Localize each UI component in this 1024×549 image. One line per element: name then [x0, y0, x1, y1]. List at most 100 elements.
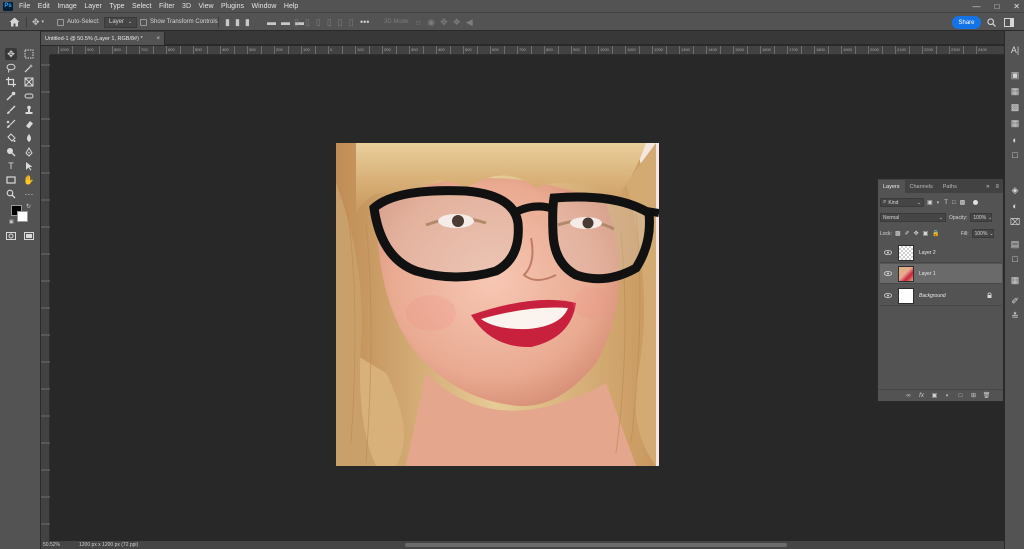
opacity-field[interactable]: 100% ⌄ — [970, 213, 993, 222]
visibility-eye-icon[interactable] — [882, 271, 894, 276]
menu-view[interactable]: View — [199, 3, 214, 10]
eyedropper-tool-icon[interactable] — [5, 90, 17, 102]
tab-channels[interactable]: Channels — [905, 180, 938, 193]
screen-mode-icon[interactable] — [23, 230, 35, 242]
layer-name[interactable]: Layer 1 — [919, 271, 936, 277]
document-canvas-photo[interactable] — [336, 143, 659, 466]
properties-panel-icon[interactable]: ▦ — [1009, 274, 1021, 286]
move-tool-icon[interactable]: ✥ — [5, 48, 17, 60]
path-selection-icon[interactable] — [23, 160, 35, 172]
history-panel-icon[interactable]: ▤ — [1009, 238, 1021, 250]
auto-select-checkbox[interactable]: Auto-Select: — [57, 15, 100, 29]
brush-settings-icon[interactable]: ✐ — [1009, 295, 1021, 307]
search-icon[interactable] — [987, 15, 996, 29]
delete-layer-icon[interactable]: 🗑 — [982, 391, 991, 400]
more-options-icon[interactable]: ••• — [360, 15, 369, 29]
visibility-eye-icon[interactable] — [882, 293, 894, 298]
more-tools-icon[interactable]: ··· — [23, 188, 35, 200]
share-button[interactable]: Share — [952, 16, 981, 29]
marquee-tool-icon[interactable] — [23, 48, 35, 60]
horizontal-scrollbar[interactable] — [405, 543, 787, 547]
visibility-eye-icon[interactable] — [882, 250, 894, 255]
swatches-panel-icon[interactable]: ▦ — [1009, 85, 1021, 97]
menu-type[interactable]: Type — [109, 3, 124, 10]
close-icon[interactable]: ✕ — [1013, 2, 1020, 11]
pen-tool-icon[interactable] — [23, 146, 35, 158]
layer-name[interactable]: Background — [919, 293, 946, 299]
libraries-panel-icon[interactable]: □ — [1009, 149, 1021, 161]
clone-stamp-icon[interactable] — [23, 104, 35, 116]
minimize-icon[interactable]: — — [972, 2, 980, 11]
maximize-icon[interactable]: □ — [994, 2, 999, 11]
blur-tool-icon[interactable] — [23, 132, 35, 144]
document-tab[interactable]: Untitled-1 @ 50.5% (Layer 1, RGB/8#) * × — [41, 32, 165, 45]
lock-buttons[interactable]: ▩✐✥▣🔒 — [895, 230, 944, 237]
frame-tool-icon[interactable] — [23, 76, 35, 88]
menu-image[interactable]: Image — [57, 3, 76, 10]
patterns-panel-icon[interactable]: ▩ — [1009, 101, 1021, 113]
swap-colors-icon[interactable]: ↻ — [26, 203, 31, 210]
brush-tool-icon[interactable] — [5, 104, 17, 116]
history-brush-icon[interactable] — [5, 118, 17, 130]
tool-presets-icon[interactable]: ≛ — [1009, 310, 1021, 322]
layers-panel-icon[interactable]: ◈ — [1009, 184, 1021, 196]
background-color-swatch[interactable] — [17, 211, 28, 222]
rectangle-tool-icon[interactable] — [5, 174, 17, 186]
eraser-tool-icon[interactable] — [23, 118, 35, 130]
distribute-buttons[interactable]: ▯▯▯▯▯▯ — [294, 15, 360, 29]
quick-mask-icon[interactable] — [5, 230, 17, 242]
new-group-icon[interactable]: □ — [956, 391, 965, 400]
layer-name[interactable]: Layer 2 — [919, 250, 936, 256]
home-icon[interactable] — [9, 15, 20, 29]
default-colors-icon[interactable]: ▣ — [9, 219, 14, 225]
workspace-icon[interactable] — [1004, 15, 1014, 29]
lasso-tool-icon[interactable] — [5, 62, 17, 74]
hand-tool-icon[interactable]: ✋ — [23, 174, 35, 186]
zoom-level[interactable]: 50.52% — [43, 542, 60, 548]
adjustment-layer-icon[interactable]: ◐ — [943, 391, 952, 400]
menu-file[interactable]: File — [19, 3, 30, 10]
menu-edit[interactable]: Edit — [38, 3, 50, 10]
menu-filter[interactable]: Filter — [159, 3, 175, 10]
layer-row-layer-1[interactable]: Layer 1 — [880, 264, 1002, 284]
menu-help[interactable]: Help — [284, 3, 298, 10]
character-panel-icon[interactable]: A| — [1009, 44, 1021, 56]
type-tool-icon[interactable]: T — [5, 160, 17, 172]
comments-panel-icon[interactable]: □ — [1009, 253, 1021, 265]
grid-panel-icon[interactable]: ▦ — [1009, 117, 1021, 129]
layer-style-icon[interactable]: fx — [917, 391, 926, 400]
menu-3d[interactable]: 3D — [182, 3, 191, 10]
tab-layers[interactable]: Layers — [878, 180, 905, 193]
tab-paths[interactable]: Paths — [938, 180, 962, 193]
paths-panel-icon[interactable]: ⌧ — [1009, 216, 1021, 228]
panel-menu-icon[interactable]: ≡ — [995, 184, 999, 190]
fill-field[interactable]: 100% ⌄ — [971, 229, 994, 238]
layer-row-layer-2[interactable]: Layer 2 — [880, 243, 1002, 263]
menu-window[interactable]: Window — [252, 3, 277, 10]
crop-tool-icon[interactable] — [5, 76, 17, 88]
image-panel-icon[interactable]: ▣ — [1009, 69, 1021, 81]
adjustments-panel-icon[interactable]: ◐ — [1009, 134, 1021, 146]
move-tool-preset-icon[interactable]: ✥ ▾ — [32, 15, 44, 29]
new-layer-icon[interactable]: ⊞ — [969, 391, 978, 400]
menu-select[interactable]: Select — [132, 3, 151, 10]
collapse-panel-icon[interactable]: » — [986, 184, 989, 190]
filter-kind-dropdown[interactable]: ⌕ Kind ⌄ — [880, 198, 924, 207]
magic-wand-icon[interactable] — [23, 62, 35, 74]
menu-layer[interactable]: Layer — [84, 3, 102, 10]
spot-healing-icon[interactable] — [23, 90, 35, 102]
document-info[interactable]: 1200 px x 1200 px (72 ppi) — [79, 542, 138, 548]
close-tab-icon[interactable]: × — [156, 36, 160, 42]
zoom-tool-icon[interactable] — [5, 188, 17, 200]
layer-filter-icons[interactable]: ▣◐T□▩ — [927, 199, 969, 206]
filter-toggle[interactable] — [973, 200, 979, 205]
dodge-tool-icon[interactable] — [5, 146, 17, 158]
layer-row-background[interactable]: Background — [880, 286, 1002, 306]
add-mask-icon[interactable]: ▣ — [930, 391, 939, 400]
align-buttons[interactable]: ▮▮▮ — [225, 15, 255, 29]
blend-mode-dropdown[interactable]: Normal ⌄ — [880, 213, 946, 222]
link-layers-icon[interactable]: ∞ — [904, 391, 913, 400]
menu-plugins[interactable]: Plugins — [221, 3, 244, 10]
paint-bucket-icon[interactable] — [5, 132, 17, 144]
show-transform-checkbox[interactable]: Show Transform Controls — [140, 15, 218, 29]
